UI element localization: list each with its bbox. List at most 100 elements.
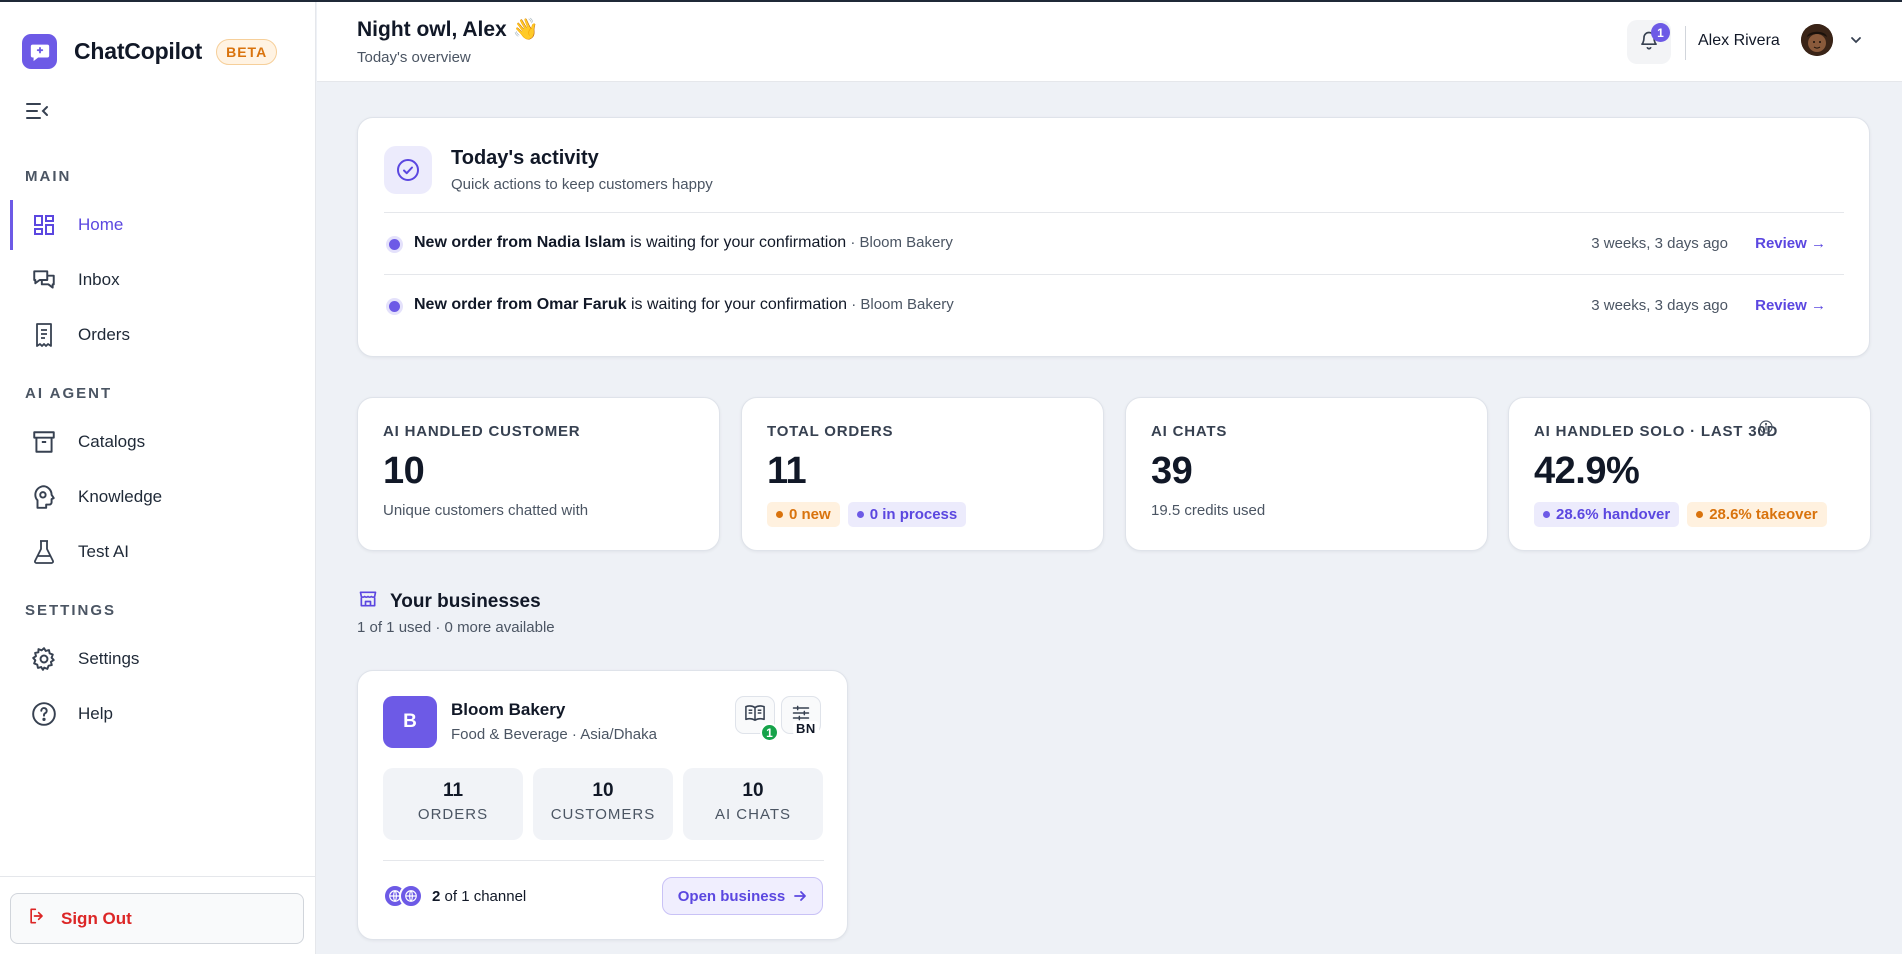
- stat-card-ai-handled-solo: AI HANDLED SOLO · LAST 30D 42.9% 28.6% h…: [1508, 397, 1871, 551]
- channels-summary: 2 of 1 channel: [383, 884, 526, 908]
- knowledge-count-badge: 1: [760, 723, 779, 742]
- chevron-down-icon[interactable]: [1849, 33, 1863, 47]
- handover-pill: 28.6% handover: [1534, 502, 1680, 527]
- user-name[interactable]: Alex Rivera: [1698, 32, 1780, 50]
- takeover-pill: 28.6% takeover: [1687, 502, 1827, 527]
- sidebar-item-label: Knowledge: [78, 487, 163, 506]
- receipt-icon: [30, 321, 58, 349]
- app-name: ChatCopilot: [74, 38, 203, 64]
- activity-row: New order from Nadia Islam is waiting fo…: [384, 212, 1844, 274]
- activity-row: New order from Omar Faruk is waiting for…: [384, 274, 1844, 336]
- sign-out-button[interactable]: Sign Out: [10, 893, 304, 944]
- business-avatar: B: [383, 696, 437, 748]
- sidebar-item-help[interactable]: Help: [10, 689, 306, 739]
- todays-activity-card: Today's activity Quick actions to keep c…: [357, 117, 1870, 357]
- dashboard-icon: [30, 211, 58, 239]
- stat-value: 10: [383, 450, 425, 492]
- sidebar-item-catalogs[interactable]: Catalogs: [10, 417, 306, 467]
- sidebar-item-label: Catalogs: [78, 432, 146, 451]
- businesses-subtitle: 1 of 1 used · 0 more available: [357, 619, 555, 636]
- stat-label: AI CHATS: [1151, 423, 1228, 440]
- storefront-icon: [358, 589, 378, 614]
- sidebar-item-test-ai[interactable]: Test AI: [10, 527, 306, 577]
- knowledge-button[interactable]: 1: [735, 696, 779, 742]
- business-customers-stat: 10 CUSTOMERS: [533, 768, 673, 840]
- notifications-button[interactable]: 1: [1627, 20, 1671, 64]
- stat-value: 11: [767, 450, 807, 492]
- business-card: B Bloom Bakery Food & Beverage · Asia/Dh…: [357, 670, 848, 940]
- business-settings-button[interactable]: BN: [781, 696, 821, 736]
- check-circle-icon: [384, 146, 432, 194]
- activity-time: 3 weeks, 3 days ago: [1591, 235, 1728, 252]
- stat-value: 42.9%: [1534, 450, 1640, 492]
- stat-label: TOTAL ORDERS: [767, 423, 894, 440]
- in-process-pill: 0 in process: [847, 502, 967, 527]
- divider: [383, 860, 824, 861]
- info-icon[interactable]: [1759, 420, 1773, 434]
- sign-out-label: Sign Out: [61, 908, 132, 928]
- collapse-sidebar-icon[interactable]: [24, 98, 50, 124]
- stat-value: 39: [1151, 450, 1193, 492]
- sidebar-item-orders[interactable]: Orders: [10, 310, 306, 360]
- sidebar-item-label: Help: [78, 704, 113, 723]
- section-label-main: MAIN: [25, 168, 72, 185]
- stat-card-ai-chats: AI CHATS 39 19.5 credits used: [1125, 397, 1488, 551]
- businesses-title: Your businesses: [390, 590, 541, 612]
- business-name: Bloom Bakery: [451, 700, 566, 719]
- section-label-ai-agent: AI AGENT: [25, 385, 113, 402]
- logout-icon: [27, 906, 47, 931]
- sidebar-item-home[interactable]: Home: [10, 200, 306, 250]
- sidebar-item-label: Orders: [78, 325, 130, 344]
- sidebar-item-label: Test AI: [78, 542, 130, 561]
- business-orders-stat: 11 ORDERS: [383, 768, 523, 840]
- sidebar-item-label: Settings: [78, 649, 140, 668]
- gear-icon: [30, 645, 58, 673]
- business-ai-chats-stat: 10 AI CHATS: [683, 768, 823, 840]
- question-circle-icon: [30, 700, 58, 728]
- activity-message: New order from Omar Faruk is waiting for…: [414, 296, 954, 313]
- brand[interactable]: ChatCopilot BETA: [22, 34, 278, 69]
- open-business-label: Open business: [677, 887, 786, 905]
- new-orders-pill: 0 new: [767, 502, 840, 527]
- header-divider: [1685, 26, 1686, 60]
- open-business-button[interactable]: Open business: [662, 877, 823, 915]
- sidebar-item-label: Home: [78, 215, 124, 234]
- chat-logo-icon: [22, 34, 57, 69]
- stat-note: 19.5 credits used: [1151, 502, 1266, 519]
- open-book-icon: [744, 703, 766, 728]
- globe-icon: [399, 884, 423, 908]
- status-dot: [389, 301, 400, 312]
- sidebar-item-knowledge[interactable]: Knowledge: [10, 472, 306, 522]
- beta-badge: BETA: [216, 38, 278, 65]
- sidebar-item-label: Inbox: [78, 270, 120, 289]
- activity-title: Today's activity: [451, 147, 599, 169]
- sidebar: ChatCopilot BETA MAIN Home Inbox Orders …: [0, 2, 316, 954]
- sidebar-item-inbox[interactable]: Inbox: [10, 255, 306, 305]
- business-meta: Food & Beverage · Asia/Dhaka: [451, 726, 657, 743]
- stat-label: AI HANDLED SOLO · LAST 30D: [1534, 423, 1779, 440]
- beaker-icon: [30, 538, 58, 566]
- review-link[interactable]: Review →: [1755, 297, 1826, 314]
- channels-text: 2 of 1 channel: [432, 887, 527, 905]
- notification-count-badge: 1: [1651, 23, 1670, 42]
- status-dot: [389, 239, 400, 250]
- sidebar-footer: Sign Out: [0, 876, 316, 954]
- greeting-title: Night owl, Alex 👋: [357, 18, 539, 41]
- language-tag: BN: [793, 721, 819, 736]
- activity-subtitle: Quick actions to keep customers happy: [451, 176, 713, 193]
- archive-box-icon: [30, 428, 58, 456]
- review-link[interactable]: Review →: [1755, 235, 1826, 252]
- activity-time: 3 weeks, 3 days ago: [1591, 297, 1728, 314]
- businesses-heading: Your businesses: [358, 589, 541, 614]
- stat-card-ai-handled-customer: AI HANDLED CUSTOMER 10 Unique customers …: [357, 397, 720, 551]
- chat-bubbles-icon: [30, 266, 58, 294]
- sidebar-item-settings[interactable]: Settings: [10, 634, 306, 684]
- brain-head-icon: [30, 483, 58, 511]
- greeting-subtitle: Today's overview: [357, 49, 471, 66]
- activity-message: New order from Nadia Islam is waiting fo…: [414, 234, 953, 251]
- arrow-right-icon: [793, 889, 807, 903]
- stat-note: Unique customers chatted with: [383, 502, 589, 519]
- section-label-settings: SETTINGS: [25, 602, 117, 619]
- stat-card-total-orders: TOTAL ORDERS 11 0 new 0 in process: [741, 397, 1104, 551]
- avatar[interactable]: [1801, 24, 1833, 56]
